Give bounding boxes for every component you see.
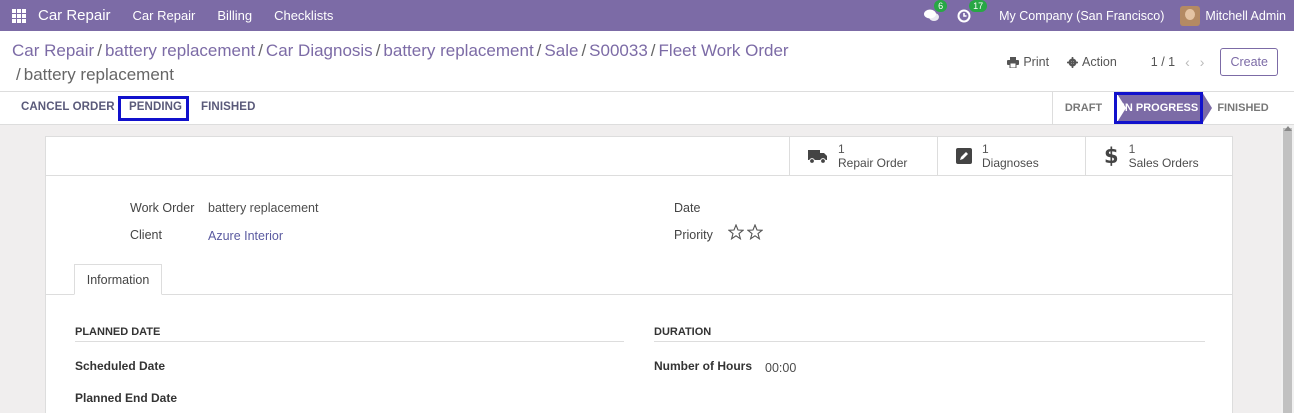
repair-order-count: 1 [838,142,845,156]
action-label: Action [1082,55,1117,69]
gear-icon [1067,56,1079,68]
planned-end-date-label: Planned End Date [75,391,178,405]
planned-date-title: PLANNED DATE [75,326,161,338]
breadcrumb-current: battery replacement [23,65,174,84]
chevron-left-icon[interactable]: ‹ [1185,54,1190,70]
messages-button[interactable]: 6 [924,0,948,22]
activities-button[interactable]: 17 [957,0,988,23]
truck-icon [808,150,827,164]
smart-button-box: 1 Repair Order 1 Diagnoses $ 1 Sales Orders [46,137,1232,176]
apps-menu-icon[interactable] [12,8,26,23]
pending-highlight [118,96,189,121]
breadcrumb-separator: / [581,41,587,60]
status-bar: CANCEL ORDER PENDING FINISHED DRAFT IN P… [0,92,1294,125]
clock-icon [957,9,971,22]
cancel-order-button[interactable]: CANCEL ORDER [21,101,115,113]
sales-orders-smart-button[interactable]: $ 1 Sales Orders [1085,137,1232,175]
action-button[interactable]: Action [1067,55,1117,69]
stage-draft[interactable]: DRAFT [1052,92,1114,124]
menu-car-repair[interactable]: Car Repair [125,8,204,23]
breadcrumb-item[interactable]: battery replacement [105,41,255,60]
duration-title: DURATION [654,326,712,338]
printer-icon [1007,56,1020,68]
number-of-hours-value: 00:00 [765,361,797,375]
breadcrumb-item[interactable]: Sale [544,41,578,60]
stage-finished[interactable]: FINISHED [1210,92,1276,124]
diagnoses-smart-button[interactable]: 1 Diagnoses [937,137,1085,175]
menu-checklists[interactable]: Checklists [266,8,341,23]
breadcrumb-separator: / [536,41,542,60]
star-icon[interactable] [747,224,763,240]
date-label: Date [674,201,701,215]
priority-widget [728,224,763,240]
breadcrumb-separator: / [258,41,263,60]
menu-billing[interactable]: Billing [209,8,260,23]
print-label: Print [1023,55,1050,69]
breadcrumb-item[interactable]: Fleet Work Order [659,41,789,60]
sales-orders-label: Sales Orders [1128,156,1199,170]
repair-order-label: Repair Order [838,156,908,170]
control-panel: Car Repair / battery replacement / Car Diagn… [0,31,1294,92]
diagnoses-count: 1 [982,142,989,156]
user-menu[interactable]: Mitchell Admin [1205,9,1286,23]
breadcrumb-separator: / [97,41,102,60]
top-navbar: Car Repair Car Repair Billing Checklists… [0,0,1294,31]
messages-badge: 6 [934,0,948,12]
breadcrumb: Car Repair / battery replacement / Car Diagn… [12,39,912,87]
star-icon[interactable] [728,224,744,240]
breadcrumb-item[interactable]: battery replacement [383,41,533,60]
sales-orders-count: 1 [1128,142,1136,156]
scrollbar-thumb[interactable] [1283,128,1292,413]
work-order-value: battery replacement [208,201,319,215]
breadcrumb-separator: / [16,65,21,84]
chevron-right-icon[interactable]: › [1200,54,1205,70]
duration-divider [654,341,1205,342]
priority-label: Priority [674,228,713,242]
app-brand[interactable]: Car Repair [38,7,111,24]
edit-icon [956,148,972,164]
breadcrumb-item[interactable]: Car Diagnosis [266,41,373,60]
activities-badge: 17 [969,0,988,12]
stage-in-progress-label: IN PROGRESS [1121,102,1199,114]
company-switcher[interactable]: My Company (San Francisco) [999,9,1164,23]
work-order-label: Work Order [130,201,195,215]
form-sheet: 1 Repair Order 1 Diagnoses $ 1 Sales Orders… [45,136,1233,413]
dollar-icon: $ [1104,144,1119,168]
breadcrumb-item[interactable]: S00033 [589,41,648,60]
planned-date-divider [75,341,624,342]
tab-information[interactable]: Information [74,264,162,295]
client-label: Client [130,228,162,242]
tabs-divider [46,294,1232,295]
create-button[interactable]: Create [1220,48,1278,76]
print-button[interactable]: Print [1007,55,1049,69]
finished-button[interactable]: FINISHED [201,101,255,113]
repair-order-smart-button[interactable]: 1 Repair Order [789,137,937,175]
breadcrumb-separator: / [375,41,381,60]
scheduled-date-label: Scheduled Date [75,359,166,373]
breadcrumb-item[interactable]: Car Repair [12,41,94,60]
client-link[interactable]: Azure Interior [208,229,283,243]
breadcrumb-separator: / [650,41,656,60]
number-of-hours-label: Number of Hours [654,359,753,373]
pager-value[interactable]: 1 / 1 [1151,55,1175,69]
diagnoses-label: Diagnoses [982,156,1039,170]
scroll-up-arrow-icon[interactable] [1284,126,1292,131]
avatar[interactable] [1180,5,1201,26]
